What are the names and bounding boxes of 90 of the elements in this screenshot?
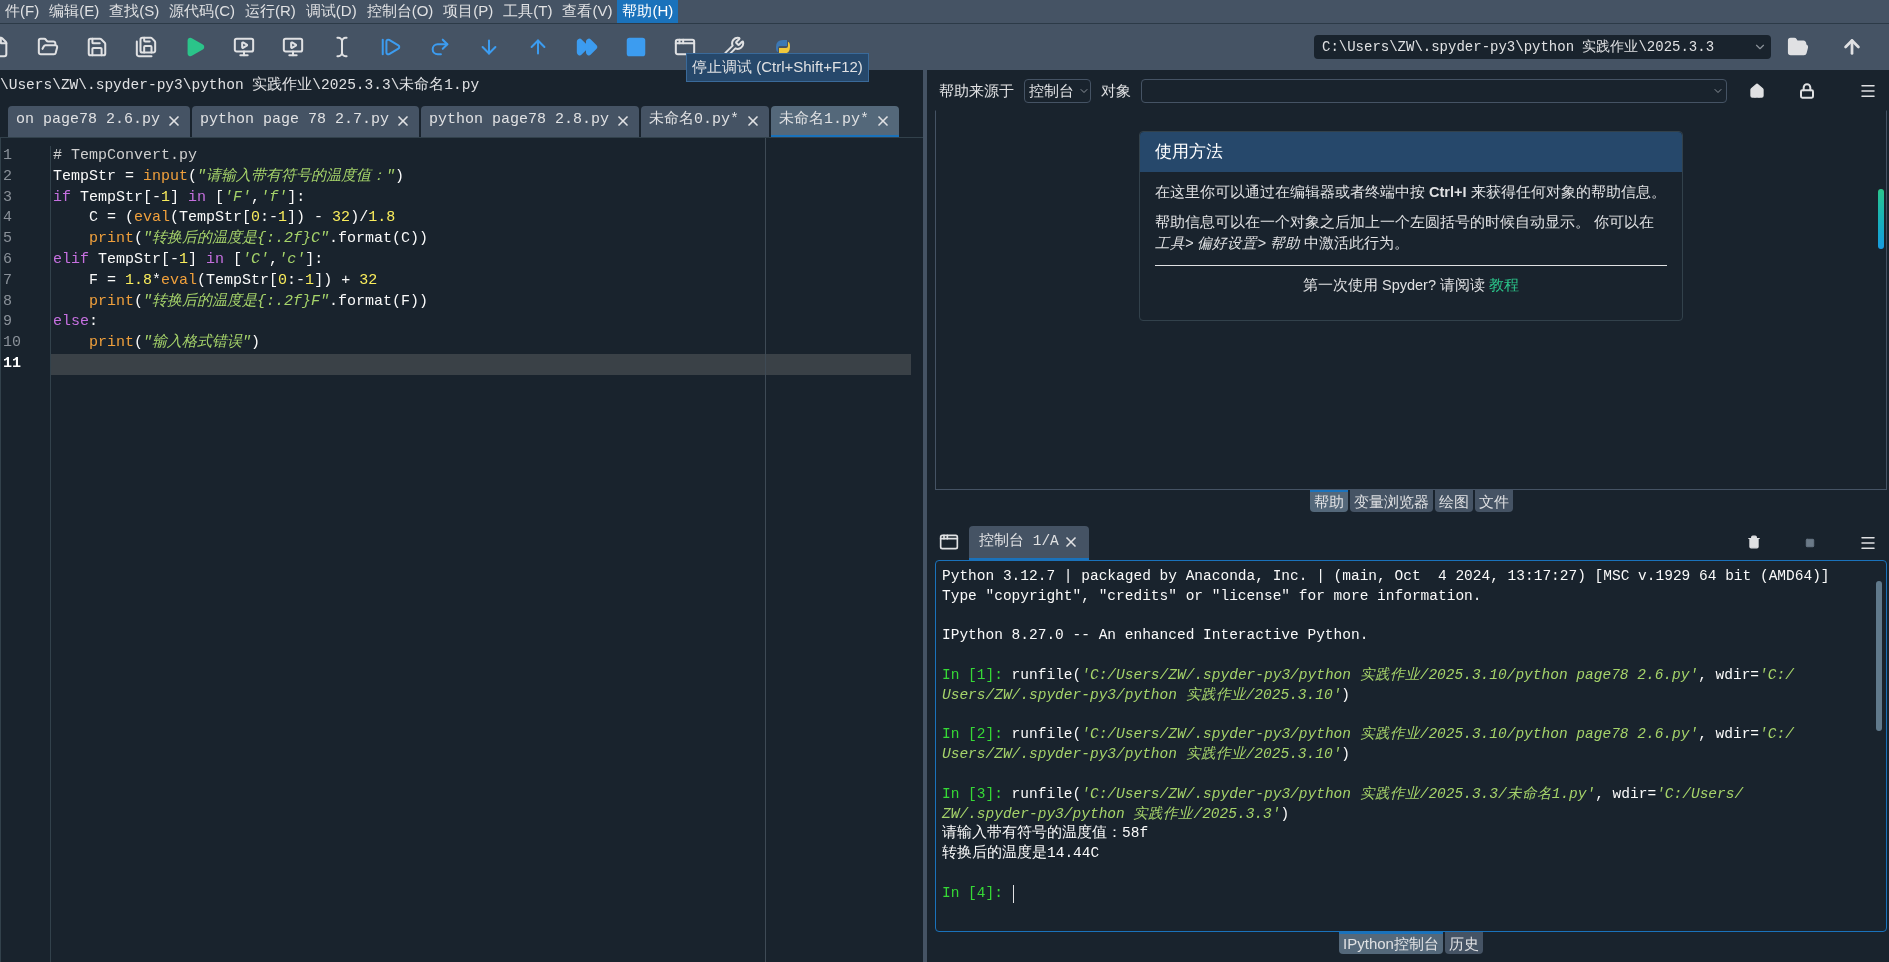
console-line: IPython 8.27.0 -- An enhanced Interactive Python. (942, 626, 1369, 646)
console-tab[interactable]: 控制台 1/A (969, 526, 1089, 560)
save-all-icon[interactable] (135, 36, 157, 58)
continue-icon[interactable] (576, 36, 598, 58)
lock-icon[interactable] (1799, 83, 1815, 99)
save-icon[interactable] (86, 36, 108, 58)
line-number: 9 (2, 312, 13, 333)
code-line: C = (eval(TempStr[0:-1]) - 32)/1.8 (88, 209, 396, 227)
console-line: Type "copyright", "credits" or "license" for more information. (942, 586, 1482, 606)
menu-icon[interactable] (1859, 534, 1877, 552)
pane-tab[interactable]: 变量浏览器 (1349, 490, 1433, 512)
console-line: In [4]: (942, 883, 1003, 903)
trash-icon[interactable] (1747, 534, 1761, 550)
code-line: else: (53, 313, 99, 331)
help-paragraph: 帮助信息可以在一个对象之后加上一个左圆括号的时候自动显示。 你可以在 工具> 偏好设置> 帮助 中激活此行为。 (1155, 213, 1656, 253)
console-line: In [2]: runfile('C:/Users/ZW/.spyder-py3/python 实践作业/2025.3.10/python page78 2.6.py', wdir='C:/ (942, 725, 1794, 745)
editor-tab[interactable]: python page 78 2.7.py (192, 106, 420, 137)
pane-tab[interactable]: 帮助 (1309, 490, 1348, 512)
code-line: print("输入格式错误") (88, 334, 261, 352)
help-source-label: 帮助来源于 (939, 80, 1014, 101)
menu-item[interactable]: 工具(T) (498, 0, 558, 23)
pane-tab[interactable]: 绘图 (1434, 490, 1473, 512)
help-paragraph: 在这里你可以通过在编辑器或者终端中按 Ctrl+I 来获得任何对象的帮助信息。 (1155, 183, 1667, 202)
help-source-dropdown[interactable]: 控制台 (1024, 79, 1091, 103)
console-line: In [3]: runfile('C:/Users/ZW/.spyder-py3/python 实践作业/2025.3.3/未命名1.py', wdir='C:/Users/ (942, 784, 1744, 804)
code-line: TempStr = input("请输入带有符号的温度值：") (53, 167, 405, 185)
stop-icon[interactable] (625, 36, 647, 58)
console-panel[interactable] (935, 560, 1887, 932)
menu-item[interactable]: 调试(D) (300, 0, 362, 23)
help-card-title: 使用方法 (1140, 132, 1682, 172)
menu-item[interactable]: 查看(V) (557, 0, 618, 23)
console-line: In [1]: runfile('C:/Users/ZW/.spyder-py3/python 实践作业/2025.3.10/python page78 2.6.py', wdir='C:/ (942, 666, 1794, 685)
window-icon[interactable] (939, 532, 959, 552)
line-number: 2 (2, 166, 13, 187)
menu-item[interactable]: 控制台(O) (361, 0, 439, 23)
scrollbar[interactable] (1878, 189, 1884, 249)
menu-icon[interactable] (1859, 82, 1877, 100)
step-over-icon[interactable] (429, 36, 451, 58)
console-line: Python 3.12.7 | packaged by Anaconda, Inc. | (main, Oct 4 2024, 13:17:27) [MSC v.1929 64 bit (AMD64)] (942, 567, 1830, 586)
menu-item[interactable]: 源代码(C) (164, 0, 240, 23)
screen-play-icon[interactable] (233, 36, 255, 58)
line-number: 1 (2, 146, 13, 166)
console-line: Users/ZW/.spyder-py3/python 实践作业/2025.3.10') (942, 685, 1351, 705)
code-line: F = 1.8*eval(TempStr[0:-1]) + 32 (88, 271, 378, 289)
line-number: 8 (2, 291, 13, 312)
folder-icon[interactable] (37, 36, 59, 58)
line-number: 5 (2, 229, 13, 250)
object-field[interactable] (1141, 79, 1727, 103)
menu-item[interactable]: 件(F) (0, 0, 45, 23)
pane-tab[interactable]: 文件 (1474, 490, 1513, 512)
line-number: 6 (2, 250, 13, 270)
editor-tab[interactable]: on page78 2.6.py (8, 106, 191, 137)
file-path: \Users\ZW\.spyder-py3\python 实践作业\2025.3.3\未命名1.py (0, 75, 481, 96)
console-line: 转换后的温度是14.44C (942, 844, 1100, 864)
line-number: 10 (2, 333, 22, 354)
line-number: 3 (2, 187, 13, 208)
code-line: print("转换后的温度是{:.2f}C".format(C)) (88, 230, 429, 248)
menu-item[interactable]: 编辑(E) (44, 0, 105, 23)
stop-icon[interactable] (1805, 538, 1815, 548)
home-icon[interactable] (1749, 83, 1765, 99)
line-number: 4 (2, 208, 13, 229)
debug-icon[interactable] (380, 36, 402, 58)
menu-item[interactable]: 查找(S) (104, 0, 165, 23)
window-icon[interactable] (674, 36, 696, 58)
scrollbar[interactable] (1876, 581, 1882, 731)
editor-tab[interactable]: 未命名0.py* (641, 106, 770, 137)
pane-tab[interactable]: 历史 (1444, 932, 1483, 954)
help-footer: 第一次使用 Spyder? 请阅读 教程 (1155, 275, 1667, 297)
menu-item[interactable]: 运行(R) (240, 0, 301, 23)
editor-tab[interactable]: python page78 2.8.py (421, 106, 640, 137)
screen-forward-icon[interactable] (282, 36, 304, 58)
working-directory-field[interactable]: C:\Users\ZW\.spyder-py3\python 实践作业\2025.3.3 (1314, 35, 1771, 59)
tooltip: 停止调试 (Ctrl+Shift+F12) (686, 53, 869, 82)
code-line: if TempStr[-1] in ['F','f']: (53, 188, 306, 206)
line-number: 11 (2, 353, 22, 374)
text-cursor (1012, 884, 1014, 903)
menu-item[interactable]: 项目(P) (438, 0, 499, 23)
code-line: print("转换后的温度是{:.2f}F".format(F)) (88, 292, 429, 310)
object-label: 对象 (1101, 80, 1131, 101)
code-line: # TempConvert.py (53, 147, 198, 164)
code-line: elif TempStr[-1] in ['C','c']: (53, 251, 324, 268)
console-line: ZW/.spyder-py3/python 实践作业/2025.3.3') (942, 804, 1290, 824)
line-number: 7 (2, 270, 13, 291)
folder-icon[interactable] (1787, 36, 1809, 58)
tutorial-link[interactable]: 教程 (1489, 277, 1520, 293)
console-line: 请输入带有符号的温度值：58f (942, 824, 1149, 844)
menu-item[interactable]: 帮助(H) (617, 0, 679, 23)
console-line: Users/ZW/.spyder-py3/python 实践作业/2025.3.10') (942, 745, 1351, 765)
pane-tab[interactable]: IPython控制台 (1339, 932, 1443, 954)
editor-tab[interactable]: 未命名1.py* (771, 106, 900, 137)
